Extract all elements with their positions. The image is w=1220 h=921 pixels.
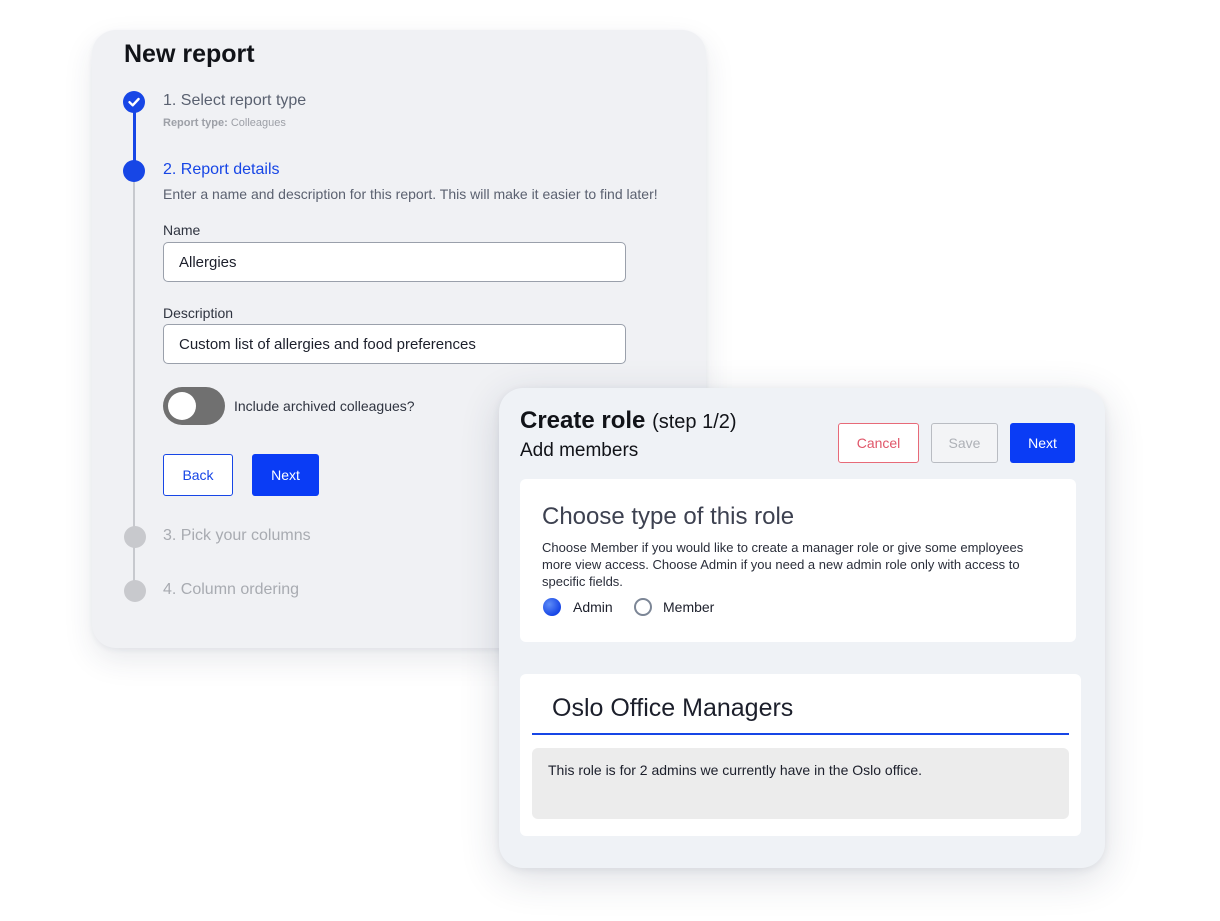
role-type-title: Choose type of this role [542,503,795,530]
include-archived-toggle[interactable] [163,387,225,425]
new-report-title: New report [124,40,255,68]
report-type-value: Colleagues [230,117,286,129]
description-input[interactable]: Custom list of allergies and food prefer… [163,324,626,364]
name-field-label: Name [163,222,201,238]
create-role-subtitle: Add members [520,440,639,461]
role-name-input[interactable]: Oslo Office Managers [552,694,793,723]
name-input[interactable]: Allergies [163,242,626,282]
member-radio-label[interactable]: Member [663,599,714,615]
step-4-label: 4. Column ordering [163,581,300,598]
role-description-textarea[interactable]: This role is for 2 admins we currently h… [532,748,1069,819]
cancel-button[interactable]: Cancel [838,423,919,463]
create-role-heading: Create role [520,407,646,434]
step-1-summary: Report type: Colleagues [163,117,286,129]
role-next-button[interactable]: Next [1010,423,1075,463]
role-name-underline [532,733,1069,735]
step-2-help-text: Enter a name and description for this re… [163,186,658,202]
report-type-label: Report type: [163,117,228,129]
step-1-label[interactable]: 1. Select report type [163,92,306,110]
step-2-active-indicator [123,160,145,182]
role-type-description: Choose Member if you would like to creat… [542,540,1024,589]
create-role-title: Create role (step 1/2) [520,407,737,435]
back-button[interactable]: Back [163,454,233,496]
step-3-indicator [124,526,146,548]
admin-radio[interactable] [543,598,561,616]
step-2-label: 2. Report details [163,161,280,178]
step-4-indicator [124,580,146,602]
role-details-panel: Oslo Office Managers This role is for 2 … [520,674,1081,836]
include-archived-label: Include archived colleagues? [234,398,415,414]
check-icon [128,97,140,107]
description-field-label: Description [163,305,234,321]
toggle-knob [168,392,196,420]
step-3-label: 3. Pick your columns [163,527,311,544]
create-role-card: Create role (step 1/2) Add members Cance… [499,388,1105,868]
step-1-complete-indicator [123,91,145,113]
role-description-text: This role is for 2 admins we currently h… [548,762,923,778]
save-button[interactable]: Save [931,423,998,463]
role-type-panel: Choose type of this role Choose Member i… [520,479,1076,642]
step-counter: (step 1/2) [652,411,737,433]
admin-radio-label[interactable]: Admin [573,599,613,615]
member-radio[interactable] [634,598,652,616]
report-next-button[interactable]: Next [252,454,319,496]
